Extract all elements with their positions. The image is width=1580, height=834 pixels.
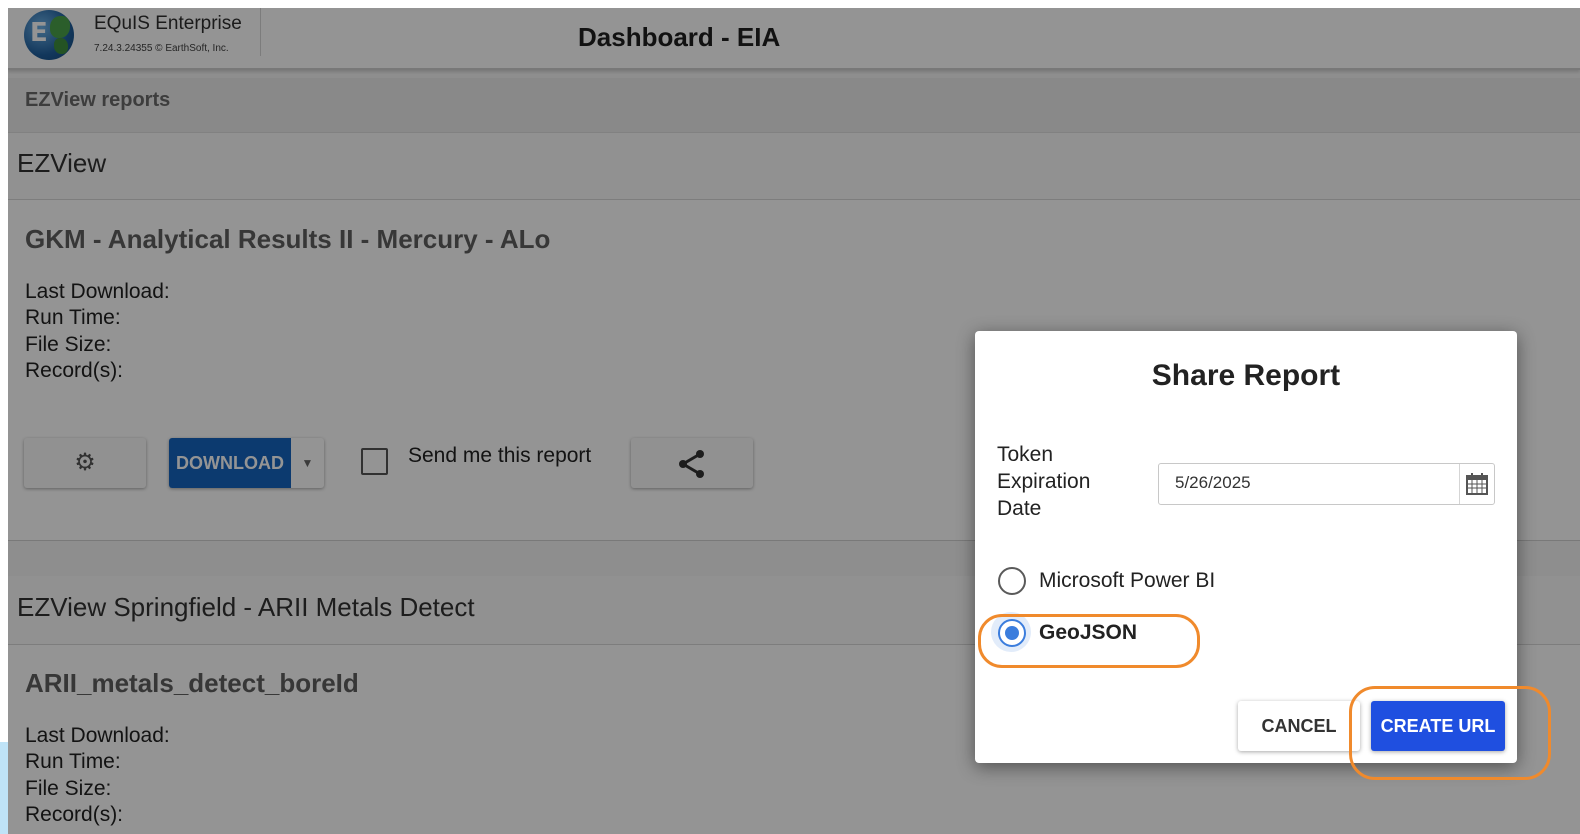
token-expiration-label: Token Expiration Date — [997, 443, 1091, 520]
token-expiration-date-field — [1158, 463, 1495, 505]
geojson-highlight — [978, 614, 1200, 668]
token-expiration-date-input[interactable] — [1159, 464, 1465, 502]
power-bi-radio[interactable] — [998, 567, 1026, 595]
dialog-title: Share Report — [1151, 359, 1341, 392]
create-url-highlight — [1349, 686, 1551, 780]
calendar-icon — [1466, 473, 1488, 495]
side-accent-strip — [0, 742, 8, 834]
calendar-button[interactable] — [1459, 464, 1494, 504]
cancel-button[interactable]: CANCEL — [1238, 701, 1360, 751]
power-bi-label: Microsoft Power BI — [1039, 569, 1216, 592]
